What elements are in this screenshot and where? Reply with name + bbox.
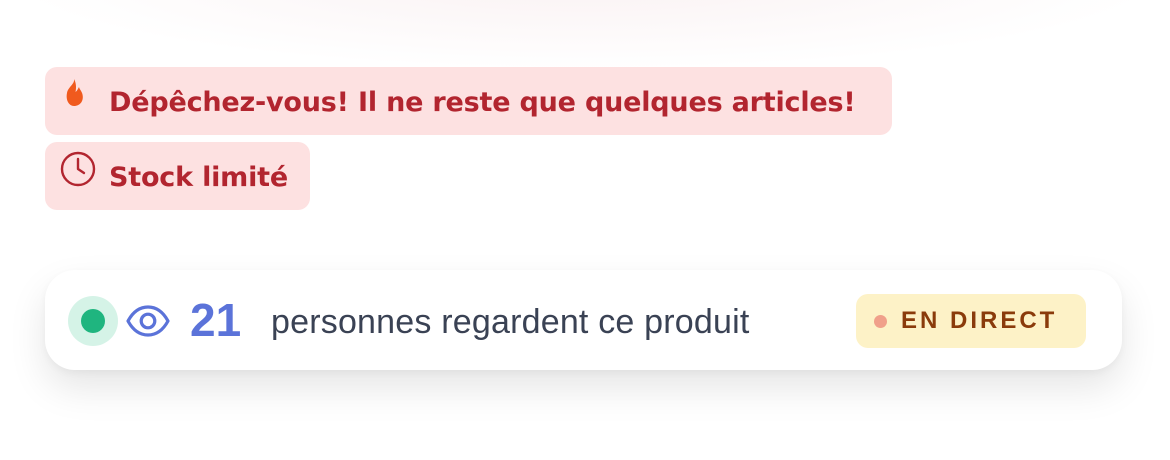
eye-icon	[126, 305, 170, 337]
limited-stock-alert: Stock limité	[45, 142, 310, 210]
urgency-alert-text: Dépêchez-vous! Il ne reste que quelques …	[109, 86, 856, 118]
live-badge: EN DIRECT	[856, 294, 1086, 348]
clock-icon	[59, 142, 96, 210]
live-badge-label: EN DIRECT	[901, 307, 1058, 334]
viewer-description: personnes regardent ce produit	[271, 303, 750, 341]
online-dot	[81, 309, 105, 333]
online-indicator	[68, 296, 118, 346]
urgency-alert: Dépêchez-vous! Il ne reste que quelques …	[45, 67, 892, 135]
background-glow	[0, 0, 1170, 70]
live-viewers-card: 21 personnes regardent ce produit EN DIR…	[45, 270, 1122, 370]
flame-icon	[59, 67, 95, 135]
live-badge-dot	[874, 314, 887, 328]
viewer-count: 21	[190, 294, 242, 346]
limited-stock-text: Stock limité	[109, 161, 288, 193]
